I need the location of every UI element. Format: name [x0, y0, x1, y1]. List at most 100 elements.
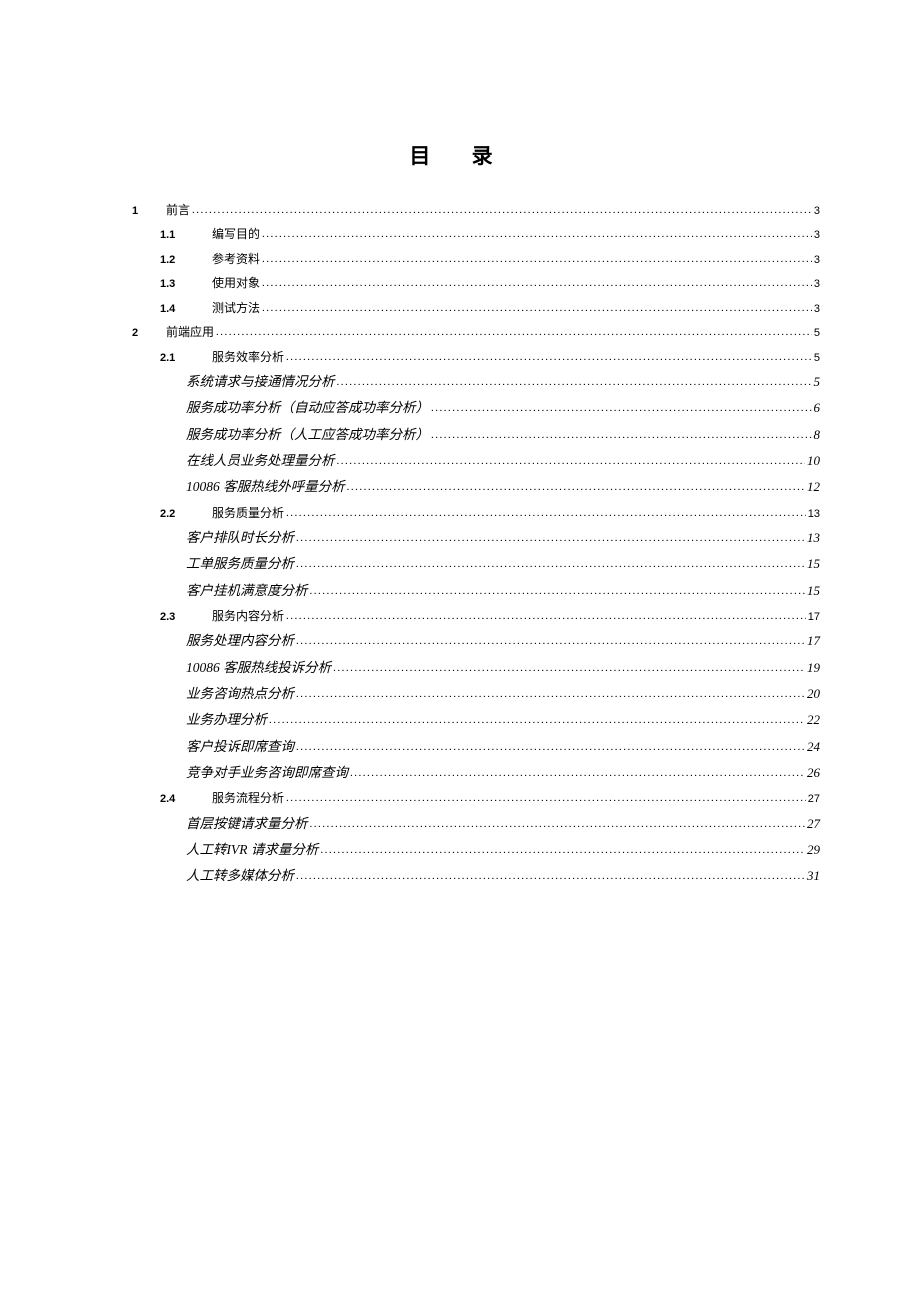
toc-leader	[286, 786, 806, 810]
toc-entry[interactable]: 服务成功率分析（人工应答成功率分析） 8	[100, 422, 820, 448]
toc-label: 使用对象	[212, 272, 260, 295]
toc-number: 1.3	[160, 274, 204, 295]
toc-number: 1.1	[160, 225, 204, 246]
toc-leader	[192, 198, 812, 222]
document-page: 目 录 1前言31.1编写目的31.2参考资料31.3使用对象31.4测试方法3…	[0, 0, 920, 890]
toc-entry[interactable]: 1.4 测试方法 3	[100, 296, 820, 320]
toc-entry[interactable]: 10086 客服热线外呼量分析 12	[100, 474, 820, 500]
toc-label: 业务办理分析	[186, 707, 267, 733]
toc-page-number: 3	[814, 299, 820, 320]
toc-leader	[431, 423, 812, 447]
toc-page-number: 10	[807, 448, 820, 473]
toc-leader	[286, 604, 806, 628]
toc-leader	[216, 320, 812, 344]
toc-leader	[337, 449, 806, 473]
toc-leader	[296, 526, 805, 550]
toc-entry[interactable]: 人工转多媒体分析31	[100, 863, 820, 889]
toc-leader	[262, 271, 812, 295]
toc-entry[interactable]: 2.4服务流程分析27	[100, 786, 820, 810]
toc-entry[interactable]: 1.1编写目的3	[100, 222, 820, 246]
toc-leader	[350, 761, 805, 785]
toc-entry[interactable]: 服务处理内容分析 17	[100, 628, 820, 654]
toc-number: 2.2	[160, 504, 204, 525]
toc-leader	[296, 864, 805, 888]
toc-entry[interactable]: 系统请求与接通情况分析5	[100, 369, 820, 395]
toc-page-number: 27	[808, 789, 820, 810]
toc-label: 系统请求与接通情况分析	[186, 369, 335, 395]
toc-page-number: 26	[807, 760, 820, 785]
toc-entry[interactable]: 客户排队时长分析 13	[100, 525, 820, 551]
toc-entry[interactable]: 客户挂机满意度分析15	[100, 578, 820, 604]
toc-number: 1.2	[160, 250, 204, 271]
toc-entry[interactable]: 1.3使用对象3	[100, 271, 820, 295]
toc-number: 2.4	[160, 789, 204, 810]
toc-page-number: 15	[807, 551, 820, 576]
toc-page-number: 8	[814, 422, 821, 447]
toc-page-number: 6	[814, 395, 821, 420]
toc-label: 人工转IVR 请求量分析	[186, 837, 318, 863]
toc-entry[interactable]: 首层按键请求量分析 27	[100, 811, 820, 837]
toc-leader	[431, 396, 812, 420]
toc-leader	[262, 296, 812, 320]
toc-label: 服务成功率分析（人工应答成功率分析）	[186, 422, 429, 448]
toc-label: 业务咨询热点分析	[186, 681, 294, 707]
toc-page-number: 15	[807, 578, 820, 603]
toc-entry[interactable]: 服务成功率分析（自动应答成功率分析） 6	[100, 395, 820, 421]
toc-leader	[310, 579, 806, 603]
toc-entry[interactable]: 10086 客服热线投诉分析 19	[100, 655, 820, 681]
toc-page-number: 5	[814, 348, 820, 369]
toc-leader	[337, 370, 812, 394]
toc-page-number: 31	[807, 863, 820, 888]
toc-label: 测试方法	[212, 297, 260, 320]
toc-leader	[320, 838, 805, 862]
toc-page-number: 13	[807, 525, 820, 550]
toc-page-number: 3	[814, 225, 820, 246]
toc-entry[interactable]: 工单服务质量分析 15	[100, 551, 820, 577]
toc-page-number: 27	[807, 811, 820, 836]
toc-label: 服务成功率分析（自动应答成功率分析）	[186, 395, 429, 421]
toc-number: 2.1	[160, 348, 204, 369]
toc-number: 1.4	[160, 299, 204, 320]
toc-page-number: 17	[807, 628, 820, 653]
toc-page-number: 24	[807, 734, 820, 759]
toc-leader	[310, 812, 806, 836]
toc-entry[interactable]: 2.1 服务效率分析 5	[100, 345, 820, 369]
toc-label: 前言	[166, 199, 190, 222]
toc-page-number: 29	[807, 837, 820, 862]
toc-entry[interactable]: 业务咨询热点分析 20	[100, 681, 820, 707]
toc-page-number: 17	[808, 607, 820, 628]
toc-page-number: 3	[814, 250, 820, 271]
toc-label: 服务效率分析	[212, 346, 284, 369]
toc-label: 参考资料	[212, 248, 260, 271]
toc-entry[interactable]: 竞争对手业务咨询即席查询26	[100, 760, 820, 786]
toc-label: 首层按键请求量分析	[186, 811, 308, 837]
toc-entry[interactable]: 2.3服务内容分析17	[100, 604, 820, 628]
toc-label: 10086 客服热线投诉分析	[186, 655, 331, 681]
toc-entry[interactable]: 在线人员业务处理量分析 10	[100, 448, 820, 474]
toc-label: 10086 客服热线外呼量分析	[186, 474, 345, 500]
toc-leader	[269, 708, 805, 732]
toc-leader	[296, 735, 805, 759]
toc-entry[interactable]: 1.2 参考资料 3	[100, 247, 820, 271]
toc-page-number: 5	[814, 323, 820, 344]
toc-leader	[333, 656, 805, 680]
toc-page-number: 3	[814, 201, 820, 222]
toc-page-number: 20	[807, 681, 820, 706]
toc-number: 2.3	[160, 607, 204, 628]
toc-entry[interactable]: 人工转IVR 请求量分析 29	[100, 837, 820, 863]
toc-page-number: 19	[807, 655, 820, 680]
toc-label: 前端应用	[166, 321, 214, 344]
toc-entry[interactable]: 1前言3	[100, 198, 820, 222]
toc-page-number: 12	[807, 474, 820, 499]
toc-label: 在线人员业务处理量分析	[186, 448, 335, 474]
toc-entry[interactable]: 2.2服务质量分析13	[100, 501, 820, 525]
toc-entry[interactable]: 客户投诉即席查询24	[100, 734, 820, 760]
toc-label: 客户排队时长分析	[186, 525, 294, 551]
toc-entry[interactable]: 2前端应用5	[100, 320, 820, 344]
toc-label: 服务处理内容分析	[186, 628, 294, 654]
toc-label: 工单服务质量分析	[186, 551, 294, 577]
toc-leader	[286, 345, 812, 369]
toc-entry[interactable]: 业务办理分析22	[100, 707, 820, 733]
toc-title: 目 录	[100, 140, 820, 170]
toc-leader	[296, 629, 805, 653]
